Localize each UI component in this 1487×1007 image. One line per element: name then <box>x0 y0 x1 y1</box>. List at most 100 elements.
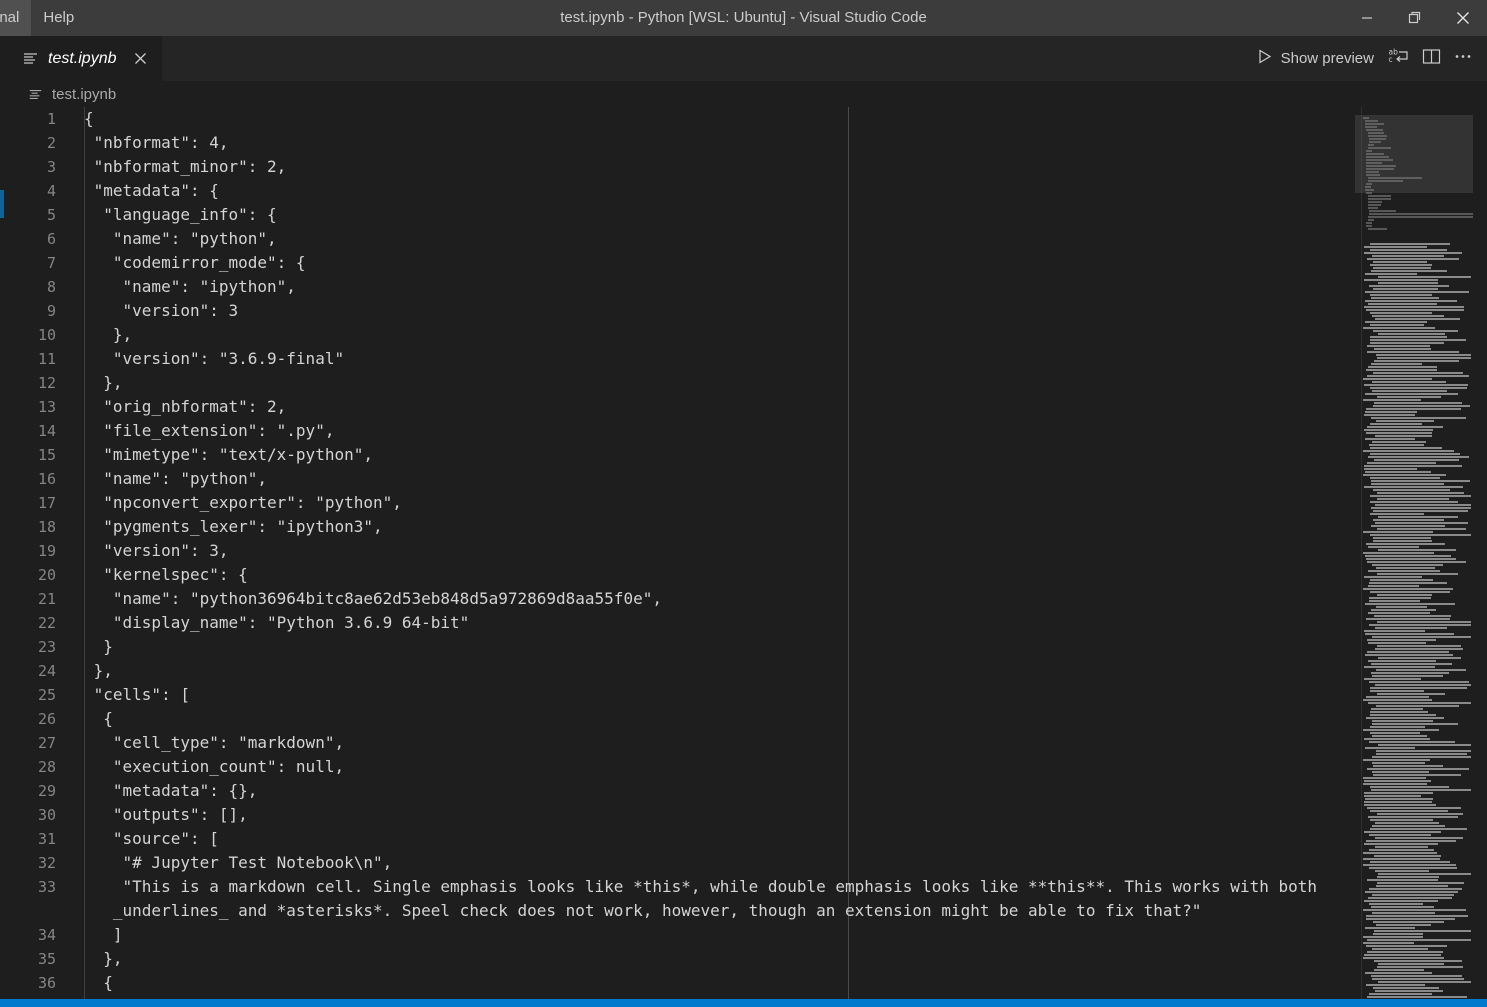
minimap-line <box>1377 357 1471 359</box>
menu-item-terminal[interactable]: inal <box>0 0 32 36</box>
code-line[interactable]: "language_info": { <box>84 203 276 227</box>
tab-test-ipynb[interactable]: test.ipynb <box>0 36 163 81</box>
code-line[interactable]: "codemirror_mode": { <box>84 251 306 275</box>
minimap-line <box>1371 663 1452 665</box>
minimap-line <box>1363 474 1446 476</box>
tab-close-icon[interactable] <box>130 49 150 69</box>
minimap-line <box>1377 876 1439 878</box>
line-number: 7 <box>46 254 56 272</box>
code-line[interactable]: } <box>84 635 113 659</box>
minimap-line <box>1364 246 1427 248</box>
code-line[interactable]: "cells": [ <box>84 683 190 707</box>
minimap-line <box>1366 918 1455 920</box>
minimap-line <box>1377 621 1471 623</box>
minimap-line <box>1370 294 1432 296</box>
code-line[interactable]: "execution_count": null, <box>84 755 344 779</box>
code-line[interactable]: "mimetype": "text/x-python", <box>84 443 373 467</box>
minimap-line <box>1364 780 1431 782</box>
minimize-button[interactable] <box>1343 0 1391 36</box>
code-line[interactable]: }, <box>84 659 113 683</box>
minimap-line <box>1370 423 1422 425</box>
minimap-line <box>1363 399 1421 401</box>
minimap-line <box>1365 603 1455 605</box>
split-editor-button[interactable] <box>1416 43 1447 75</box>
minimap-line <box>1369 624 1471 626</box>
code-line[interactable]: "This is a markdown cell. Single emphasi… <box>84 875 1317 899</box>
code-line[interactable]: "metadata": { <box>84 179 219 203</box>
toggle-word-wrap-button[interactable]: ab c <box>1382 43 1416 75</box>
code-content[interactable]: { "nbformat": 4, "nbformat_minor": 2, "m… <box>74 107 1487 1003</box>
minimap-line <box>1363 852 1437 854</box>
minimap-line <box>1373 489 1450 491</box>
menu-item-help[interactable]: Help <box>31 0 86 36</box>
code-line[interactable]: }, <box>84 947 122 971</box>
minimap-line <box>1370 861 1450 863</box>
minimap-line <box>1376 750 1471 752</box>
minimap-line <box>1371 480 1470 482</box>
minimap-line <box>1372 675 1443 677</box>
editor-scrollbar[interactable] <box>1473 107 1487 1003</box>
code-line[interactable]: }, <box>84 323 132 347</box>
code-line[interactable]: "name": "ipython", <box>84 275 296 299</box>
code-line[interactable]: { <box>84 971 113 995</box>
minimap-line <box>1377 693 1445 695</box>
minimap-line <box>1375 822 1439 824</box>
minimap[interactable] <box>1355 107 1473 1003</box>
code-line[interactable]: "# Jupyter Test Notebook\n", <box>84 851 393 875</box>
minimap-line <box>1363 957 1444 959</box>
minimap-line <box>1366 915 1468 917</box>
minimap-line <box>1363 777 1426 779</box>
minimap-line <box>1371 672 1449 674</box>
code-line[interactable]: }, <box>84 371 122 395</box>
minimap-line <box>1365 891 1458 893</box>
minimap-line <box>1370 534 1471 536</box>
code-line[interactable]: { <box>84 707 113 731</box>
minimap-line <box>1370 732 1420 734</box>
minimap-line <box>1375 522 1468 524</box>
code-line[interactable]: "kernelspec": { <box>84 563 248 587</box>
show-preview-button[interactable]: Show preview <box>1252 43 1382 75</box>
code-line[interactable]: "npconvert_exporter": "python", <box>84 491 402 515</box>
minimap-line <box>1367 204 1382 206</box>
code-line[interactable]: "name": "python36964bitc8ae62d53eb848d5a… <box>84 587 662 611</box>
code-line[interactable]: "cell_type": "markdown", <box>84 731 344 755</box>
breadcrumb[interactable]: test.ipynb <box>0 81 1487 107</box>
code-line[interactable]: "name": "python", <box>84 227 277 251</box>
code-line[interactable]: "file_extension": ".py", <box>84 419 334 443</box>
minimap-line <box>1372 978 1464 980</box>
restore-button[interactable] <box>1391 0 1439 36</box>
minimap-slider[interactable] <box>1355 115 1473 193</box>
code-line[interactable]: "version": 3 <box>84 299 239 323</box>
more-actions-button[interactable] <box>1447 43 1479 75</box>
code-line[interactable]: "pygments_lexer": "ipython3", <box>84 515 382 539</box>
line-number: 20 <box>37 566 56 584</box>
minimap-line <box>1370 324 1424 326</box>
minimap-line <box>1369 285 1449 287</box>
code-line[interactable]: "source": [ <box>84 827 219 851</box>
code-line[interactable]: "nbformat_minor": 2, <box>84 155 287 179</box>
code-line-wrapped[interactable]: _underlines_ and *asterisks*. Speel chec… <box>84 899 1202 923</box>
code-line[interactable]: "display_name": "Python 3.6.9 64-bit" <box>84 611 469 635</box>
breadcrumb-item-file[interactable]: test.ipynb <box>52 86 116 103</box>
minimap-line <box>1364 468 1417 470</box>
code-line[interactable]: "metadata": {}, <box>84 779 258 803</box>
code-line[interactable]: ] <box>84 923 123 947</box>
code-line[interactable]: "nbformat": 4, <box>84 131 229 155</box>
code-line[interactable]: { <box>84 107 94 131</box>
code-line[interactable]: "orig_nbformat": 2, <box>84 395 286 419</box>
minimap-line <box>1374 402 1462 404</box>
minimap-line <box>1366 717 1444 719</box>
code-line[interactable]: "version": "3.6.9-final" <box>84 347 344 371</box>
minimap-line <box>1373 288 1438 290</box>
minimap-line <box>1371 363 1422 365</box>
minimap-line <box>1372 762 1425 764</box>
code-line[interactable]: "version": 3, <box>84 539 228 563</box>
code-editor[interactable]: 1 2 3 4 5 6 7 8 9 10 11 12 13 14 15 16 17 18 19 20 21 22 23 24 2… <box>0 107 1487 1003</box>
minimap-line <box>1375 627 1447 629</box>
minimap-line <box>1373 765 1443 767</box>
code-line[interactable]: "name": "python", <box>84 467 267 491</box>
code-line[interactable]: "outputs": [], <box>84 803 248 827</box>
close-button[interactable] <box>1439 0 1487 36</box>
minimap-line <box>1372 894 1454 896</box>
minimap-line <box>1370 726 1425 728</box>
